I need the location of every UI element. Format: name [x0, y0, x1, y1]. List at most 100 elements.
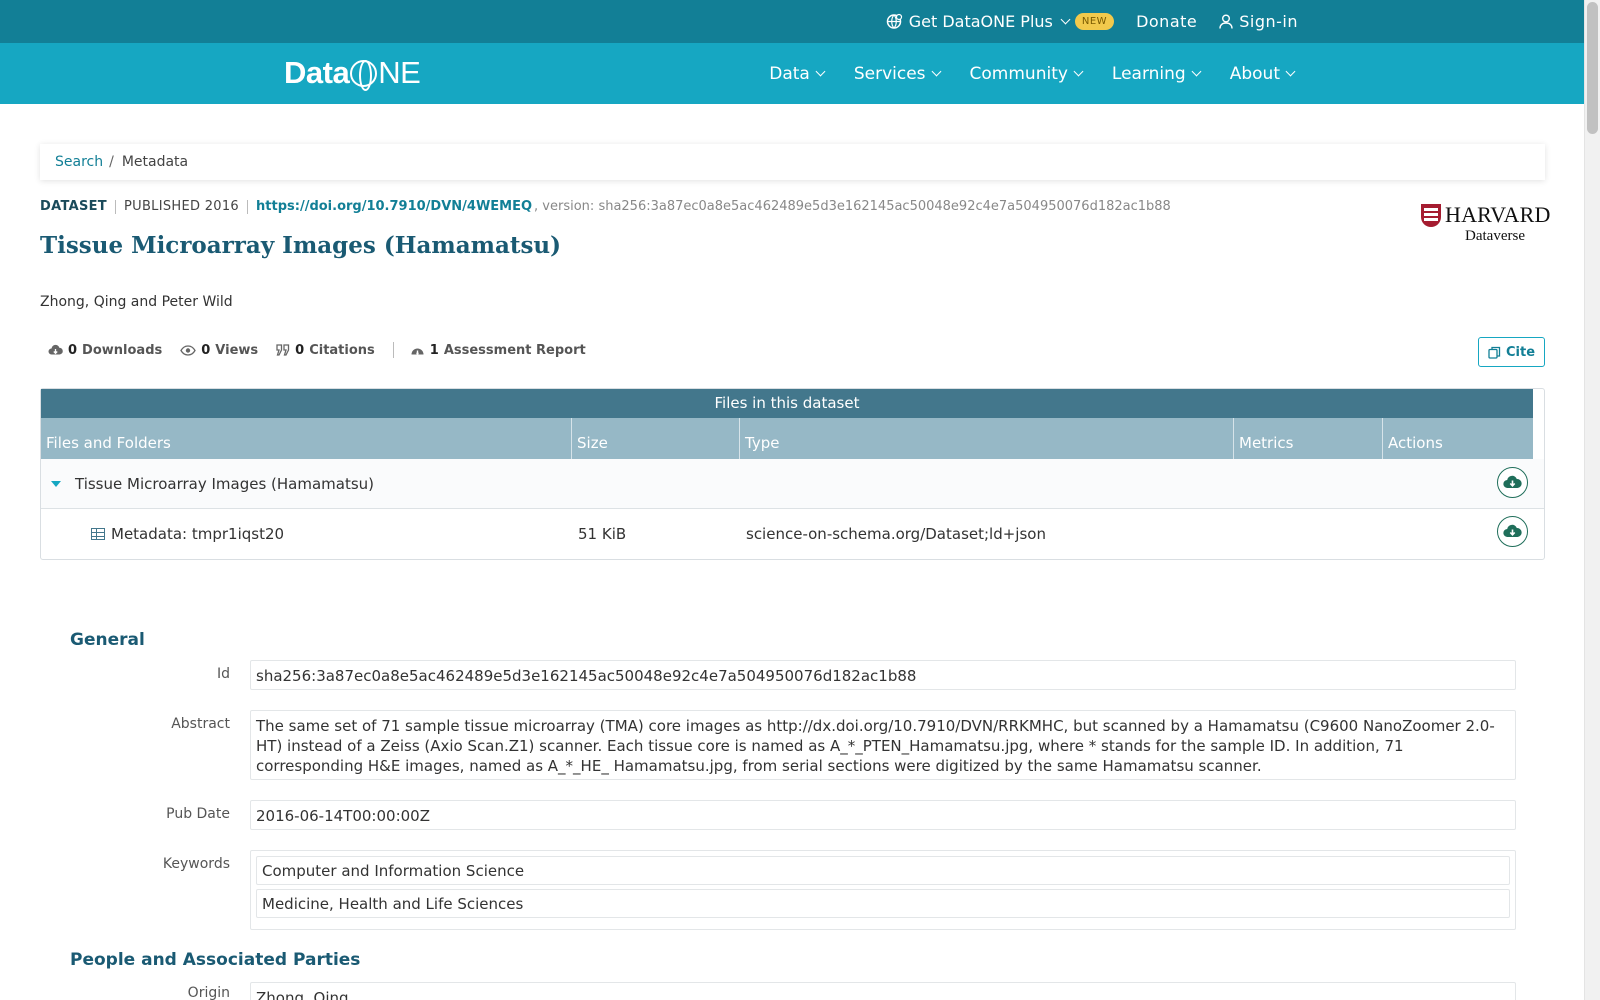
dataset-title: Tissue Microarray Images (Hamamatsu)	[40, 232, 562, 259]
views-label: Views	[215, 342, 259, 358]
sign-in-link[interactable]: Sign-in	[1219, 12, 1298, 31]
get-dataone-plus-label: Get DataONE Plus	[908, 12, 1053, 31]
breadcrumb: Search / Metadata	[40, 144, 1545, 180]
harvard-shield-icon	[1421, 204, 1441, 227]
main-navbar: Data NE Data Services Community Learning…	[0, 43, 1584, 104]
user-icon	[1219, 14, 1233, 29]
assessment-metric[interactable]: 1 Assessment Report	[410, 343, 586, 358]
download-folder-button[interactable]	[1497, 467, 1528, 498]
field-value-origin: Zhong, Qing	[250, 982, 1516, 1000]
table-icon	[91, 528, 105, 540]
chevron-down-icon	[1060, 14, 1071, 25]
chevron-down-icon	[1073, 66, 1084, 77]
nav-item-label: About	[1229, 63, 1280, 84]
field-label-keywords: Keywords	[162, 856, 230, 872]
field-value-pubdate: 2016-06-14T00:00:00Z	[250, 800, 1516, 830]
nav-item-data[interactable]: Data	[769, 63, 826, 84]
file-name[interactable]: Metadata: tmpr1iqst20	[111, 525, 284, 543]
metrics-divider	[392, 342, 394, 358]
chevron-down-icon	[815, 66, 826, 77]
published-year: PUBLISHED 2016	[123, 199, 240, 214]
chevron-down-icon	[1285, 66, 1296, 77]
views-metric[interactable]: 0 Views	[180, 343, 258, 358]
logo-text-data: Data	[284, 55, 350, 90]
nav-item-label: Data	[769, 63, 810, 84]
caret-down-icon[interactable]	[51, 481, 61, 487]
downloads-label: Downloads	[82, 342, 163, 358]
nav-item-services[interactable]: Services	[854, 64, 941, 84]
meta-divider	[114, 199, 116, 214]
folder-name[interactable]: Tissue Microarray Images (Hamamatsu)	[75, 475, 374, 493]
views-count: 0	[201, 342, 211, 358]
logo-text-ne: NE	[378, 55, 421, 90]
metrics-bar: 0 Downloads 0 Views 0 Citations 1 Assess…	[48, 342, 604, 358]
doi-link[interactable]: https://doi.org/10.7910/DVN/4WEMEQ	[256, 199, 532, 214]
downloads-count: 0	[68, 342, 78, 358]
assessment-count: 1	[429, 342, 439, 358]
citations-count: 0	[295, 342, 305, 358]
donate-link[interactable]: Donate	[1136, 12, 1197, 31]
section-title-general: General	[70, 630, 145, 650]
nav-item-learning[interactable]: Learning	[1111, 63, 1202, 84]
nav-item-label: Learning	[1111, 63, 1186, 84]
file-name-cell[interactable]: Metadata: tmpr1iqst20	[91, 525, 284, 543]
assessment-label: Assessment Report	[443, 342, 586, 358]
files-table: Files in this dataset Files and Folders …	[40, 388, 1545, 560]
field-value-id: sha256:3a87ec0a8e5ac462489e5d3e162145ac5…	[250, 660, 1516, 690]
cite-label: Cite	[1505, 344, 1536, 360]
column-header-metrics: Metrics	[1234, 418, 1383, 459]
column-header-files[interactable]: Files and Folders	[41, 418, 572, 459]
download-file-button[interactable]	[1497, 516, 1528, 547]
nav-menu: Data Services Community Learning About	[769, 43, 1296, 104]
downloads-metric[interactable]: 0 Downloads	[48, 343, 162, 358]
column-header-actions: Actions	[1388, 434, 1443, 452]
meta-divider	[247, 199, 249, 214]
quote-icon	[276, 344, 290, 356]
keyword-item: Medicine, Health and Life Sciences	[256, 889, 1510, 918]
eye-icon	[180, 344, 196, 356]
version-hash: , version: sha256:3a87ec0a8e5ac462489e5d…	[534, 199, 1171, 214]
field-value-abstract: The same set of 71 sample tissue microar…	[250, 710, 1516, 780]
breadcrumb-search-link[interactable]: Search	[55, 154, 103, 170]
chevron-down-icon	[931, 66, 941, 77]
cite-button[interactable]: Cite	[1478, 337, 1545, 367]
nav-item-about[interactable]: About	[1229, 63, 1296, 84]
breadcrumb-separator: /	[109, 154, 114, 170]
page-scrollbar[interactable]	[1584, 0, 1600, 1000]
cloud-download-icon	[48, 344, 63, 354]
globe-gear-icon	[886, 13, 902, 29]
harvard-dataverse-logo[interactable]: HARVARD Dataverse	[1421, 202, 1550, 246]
citations-label: Citations	[309, 342, 375, 358]
field-value-keywords: Computer and Information Science Medicin…	[250, 850, 1516, 930]
files-table-columns: Files and Folders Size Type Metrics Acti…	[41, 418, 1533, 459]
repository-subname: Dataverse	[1465, 228, 1525, 244]
breadcrumb-current: Metadata	[121, 154, 189, 170]
citations-metric[interactable]: 0 Citations	[276, 343, 375, 358]
files-table-heading: Files in this dataset	[41, 389, 1533, 418]
field-label-origin: Origin	[187, 985, 230, 1000]
folder-row[interactable]: Tissue Microarray Images (Hamamatsu)	[41, 459, 1544, 509]
nav-item-community[interactable]: Community	[969, 63, 1084, 84]
new-badge: NEW	[1074, 13, 1115, 30]
scrollbar-thumb[interactable]	[1587, 2, 1598, 134]
chevron-down-icon	[1191, 66, 1202, 77]
repository-name: HARVARD	[1445, 202, 1551, 227]
cloud-download-icon	[1503, 475, 1522, 489]
gauge-icon	[411, 348, 424, 355]
get-dataone-plus-menu[interactable]: Get DataONE Plus NEW	[886, 12, 1115, 31]
column-header-size[interactable]: Size	[572, 418, 740, 459]
page: Get DataONE Plus NEW Donate Sign-in Data…	[0, 0, 1600, 1000]
section-title-people: People and Associated Parties	[70, 950, 361, 970]
nav-item-label: Community	[969, 63, 1068, 84]
top-utility-bar: Get DataONE Plus NEW Donate Sign-in	[0, 0, 1584, 43]
file-size: 51 KiB	[578, 525, 627, 543]
column-header-type[interactable]: Type	[740, 418, 1234, 459]
globe-icon	[350, 59, 378, 91]
dataone-logo[interactable]: Data NE	[284, 53, 421, 93]
dataset-authors: Zhong, Qing and Peter Wild	[40, 294, 233, 310]
file-row[interactable]: Metadata: tmpr1iqst20 51 KiB science-on-…	[41, 509, 1544, 559]
dataset-meta-line: DATASET PUBLISHED 2016 https://doi.org/1…	[40, 199, 1171, 214]
field-label-id: Id	[216, 666, 230, 682]
field-label-pubdate: Pub Date	[166, 806, 230, 822]
cloud-download-icon	[1503, 524, 1522, 538]
